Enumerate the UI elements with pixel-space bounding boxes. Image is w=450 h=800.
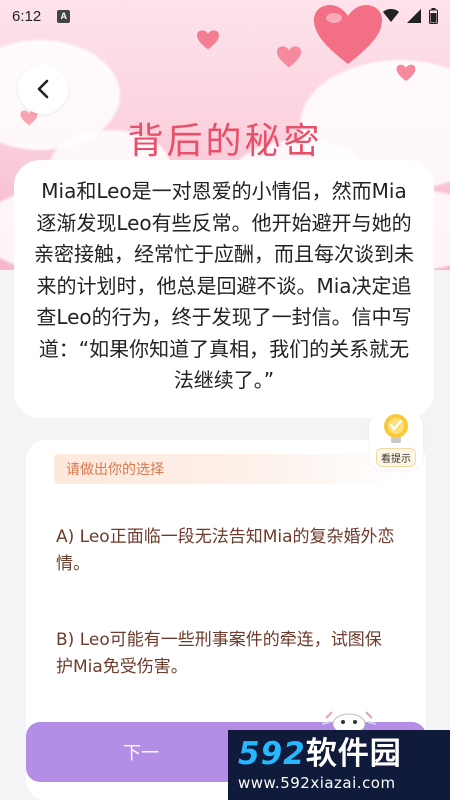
- story-text: Mia和Leo是一对恩爱的小情侣，然而Mia逐渐发现Leo有些反常。他开始避开与…: [34, 179, 414, 392]
- heart-icon: [276, 46, 302, 68]
- option-b[interactable]: B) Leo可能有一些刑事案件的牵连，试图保护Mia免受伤害。: [56, 627, 396, 681]
- battery-icon: [429, 8, 438, 24]
- watermark-brand-number: 592: [238, 736, 306, 772]
- story-card: Mia和Leo是一对恩爱的小情侣，然而Mia逐渐发现Leo有些反常。他开始避开与…: [14, 160, 434, 418]
- heart-icon: [396, 64, 416, 82]
- notification-a-icon: A: [57, 9, 71, 23]
- hint-label: 看提示: [376, 448, 416, 467]
- watermark: 592软件园 www.592xiazai.com: [228, 730, 450, 800]
- watermark-brand-name: 软件园: [305, 736, 402, 772]
- hint-button[interactable]: 看提示: [369, 412, 423, 470]
- lightbulb-icon: [384, 414, 408, 443]
- status-icons: [383, 8, 438, 24]
- option-a[interactable]: A) Leo正面临一段无法告知Mia的复杂婚外恋情。: [56, 524, 396, 578]
- wifi-icon: [383, 9, 399, 22]
- watermark-url: www.592xiazai.com: [238, 774, 396, 792]
- status-bar: 6:12 A: [0, 0, 450, 32]
- chevron-left-icon: [37, 79, 49, 99]
- heart-icon: [197, 30, 219, 50]
- back-button[interactable]: [18, 64, 68, 114]
- status-time: 6:12: [12, 7, 42, 25]
- page-title: 背后的秘密: [127, 121, 323, 162]
- choice-prompt: 请做出你的选择: [54, 454, 394, 484]
- signal-icon: [407, 9, 421, 23]
- watermark-brand: 592软件园: [238, 736, 440, 772]
- next-button-label: 下一: [123, 743, 159, 764]
